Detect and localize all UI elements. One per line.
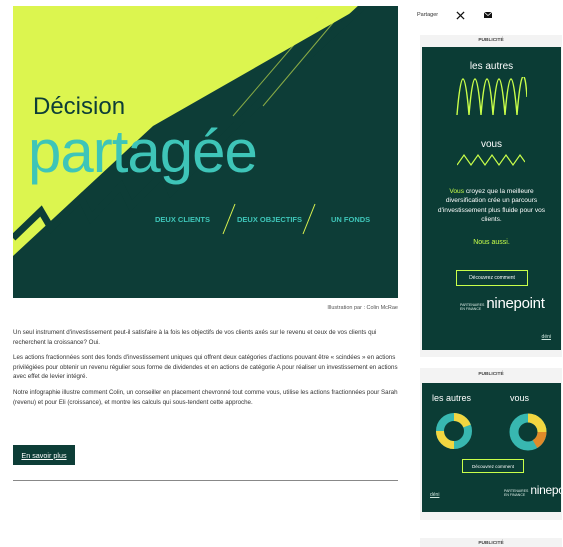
ad-heading-top: les autres: [469, 61, 514, 72]
ad2-donut-right: [509, 413, 547, 451]
ad-label: PUBLICITÉ: [478, 541, 504, 546]
article-paragraph: Les actions fractionnées sont des fonds …: [13, 354, 398, 381]
ad-cta-button[interactable]: Découvrez comment: [456, 270, 528, 286]
share-label: Partager: [417, 12, 439, 18]
ad2-label-right: vous: [510, 393, 530, 403]
article-paragraph: Un seul instrument d'investissement peut…: [13, 329, 377, 346]
hero-title-line1: Décision: [33, 93, 125, 120]
image-credit: Illustration par : Colin McRae: [327, 305, 398, 311]
hero-tagline-2: DEUX OBJECTIFS: [237, 215, 302, 224]
hero-illustration: Décision partagée DEUX CLIENTS DEUX OBJE…: [13, 6, 398, 298]
article-paragraph: Notre infographie illustre comment Colin…: [13, 388, 398, 406]
ad-label: PUBLICITÉ: [478, 372, 504, 377]
ad2-brand: PARTENAIRES EN FINANCE ninepoint: [504, 483, 561, 497]
ad2-cta-button[interactable]: Découvrez comment: [462, 459, 524, 473]
ninepoint-logo: ninepoint: [486, 295, 545, 312]
hero-title-line2: partagée: [28, 118, 257, 185]
divider: [13, 480, 398, 481]
ad-heading-mid: vous: [480, 139, 503, 150]
ad-body-highlight: Vous: [449, 188, 465, 195]
ad2-brand-small: PARTENAIRES EN FINANCE: [504, 489, 528, 497]
hero-artwork: Décision partagée DEUX CLIENTS DEUX OBJE…: [13, 6, 398, 298]
ad-brand: PARTENAIRES EN FINANCE ninepoint: [460, 295, 545, 312]
ad2-disclaimer-link[interactable]: déni: [430, 492, 439, 498]
ad-brand-small: PARTENAIRES EN FINANCE: [460, 303, 484, 311]
ad-waves-small: [457, 153, 525, 167]
ad-label: PUBLICITÉ: [478, 38, 504, 43]
ad2-brand-small-2: EN FINANCE: [504, 493, 526, 497]
learn-more-button[interactable]: En savoir plus: [13, 445, 75, 465]
ad2-donut-left: [436, 413, 472, 449]
email-icon[interactable]: [482, 9, 494, 21]
share-bar: Partager: [417, 9, 494, 21]
ad-brand-small-2: EN FINANCE: [460, 307, 482, 311]
ad-banner-small[interactable]: les autres vous Découvrez comment déni P…: [422, 383, 561, 512]
ad-waves-large: [456, 77, 527, 116]
ad2-label-left: les autres: [432, 393, 472, 403]
ad-body: Vous croyez que la meilleure diversifica…: [432, 187, 551, 225]
ad-tagline: Nous aussi.: [473, 239, 510, 246]
hero-tagline-1: DEUX CLIENTS: [155, 215, 210, 224]
ninepoint-logo: ninepoint: [530, 483, 561, 497]
ad-disclaimer-link[interactable]: déni: [542, 334, 551, 340]
article-body: Un seul instrument d'investissement peut…: [13, 328, 401, 413]
hero-tagline-3: UN FONDS: [331, 215, 370, 224]
ad-banner-tall[interactable]: les autres vous Vous croyez que la meill…: [422, 47, 561, 350]
x-icon[interactable]: [454, 9, 466, 21]
